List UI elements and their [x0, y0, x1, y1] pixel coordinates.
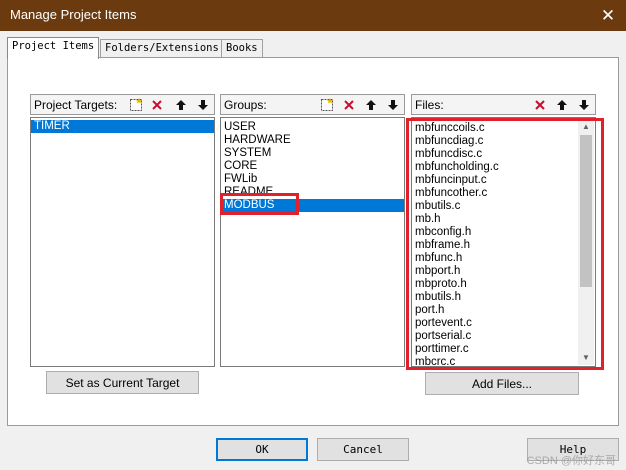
groups-header-label: Groups: [224, 98, 267, 112]
file-item[interactable]: mbfunccoils.c [412, 122, 577, 135]
file-item[interactable]: mbframe.h [412, 239, 577, 252]
move-up-icon[interactable] [553, 96, 571, 113]
file-item[interactable]: mbfuncholding.c [412, 161, 577, 174]
file-item[interactable]: mbfuncother.c [412, 187, 577, 200]
set-current-target-button[interactable]: Set as Current Target [46, 371, 199, 394]
move-up-icon[interactable] [362, 96, 380, 113]
groups-list[interactable]: USER HARDWARE SYSTEM CORE FWLib README M… [220, 117, 405, 367]
targets-list[interactable]: TIMER [30, 117, 215, 367]
files-header: Files: [411, 94, 596, 115]
file-item[interactable]: mbproto.h [412, 278, 577, 291]
group-item-hardware[interactable]: HARDWARE [221, 134, 404, 147]
file-item[interactable]: portevent.c [412, 317, 577, 330]
targets-header-label: Project Targets: [34, 98, 118, 112]
move-up-icon[interactable] [172, 96, 190, 113]
file-item[interactable]: port.h [412, 304, 577, 317]
file-item[interactable]: mbcrc.c [412, 356, 577, 366]
tab-books[interactable]: Books [221, 39, 263, 58]
new-item-icon[interactable] [318, 96, 336, 113]
scroll-up-icon[interactable]: ▲ [578, 119, 594, 134]
group-item-fwlib[interactable]: FWLib [221, 173, 404, 186]
add-files-button[interactable]: Add Files... [425, 372, 579, 395]
close-icon[interactable]: ✕ [590, 0, 626, 31]
delete-icon[interactable] [340, 96, 358, 113]
file-item[interactable]: mbfunc.h [412, 252, 577, 265]
delete-icon[interactable] [148, 96, 166, 113]
file-item[interactable]: mbutils.h [412, 291, 577, 304]
file-item[interactable]: mbfuncdisc.c [412, 148, 577, 161]
group-item-user[interactable]: USER [221, 121, 404, 134]
group-item-core[interactable]: CORE [221, 160, 404, 173]
file-item[interactable]: mbutils.c [412, 200, 577, 213]
files-scrollbar[interactable]: ▲ ▼ [578, 119, 594, 365]
scrollbar-thumb[interactable] [580, 135, 592, 287]
move-down-icon[interactable] [384, 96, 402, 113]
file-item[interactable]: portserial.c [412, 330, 577, 343]
target-item-timer[interactable]: TIMER [31, 120, 214, 133]
groups-header: Groups: [220, 94, 405, 115]
move-down-icon[interactable] [194, 96, 212, 113]
file-item[interactable]: porttimer.c [412, 343, 577, 356]
file-item[interactable]: mbfuncinput.c [412, 174, 577, 187]
cancel-button[interactable]: Cancel [317, 438, 409, 461]
files-list[interactable]: mbfunccoils.c mbfuncdiag.c mbfuncdisc.c … [411, 117, 596, 367]
ok-button[interactable]: OK [216, 438, 308, 461]
move-down-icon[interactable] [575, 96, 593, 113]
window-title: Manage Project Items [10, 7, 137, 22]
tab-folders-extensions[interactable]: Folders/Extensions [100, 39, 224, 58]
group-item-readme[interactable]: README [221, 186, 404, 199]
tab-project-items[interactable]: Project Items [7, 37, 100, 59]
new-item-icon[interactable] [127, 96, 145, 113]
delete-icon[interactable] [531, 96, 549, 113]
file-item[interactable]: mbconfig.h [412, 226, 577, 239]
title-bar: Manage Project Items ✕ [0, 0, 626, 31]
targets-header: Project Targets: [30, 94, 215, 115]
watermark: CSDN @你好东哥 [526, 455, 616, 467]
files-header-label: Files: [415, 98, 444, 112]
scroll-down-icon[interactable]: ▼ [578, 350, 594, 365]
file-item[interactable]: mbport.h [412, 265, 577, 278]
file-item[interactable]: mb.h [412, 213, 577, 226]
file-item[interactable]: mbfuncdiag.c [412, 135, 577, 148]
group-item-modbus[interactable]: MODBUS [221, 199, 404, 212]
group-item-system[interactable]: SYSTEM [221, 147, 404, 160]
